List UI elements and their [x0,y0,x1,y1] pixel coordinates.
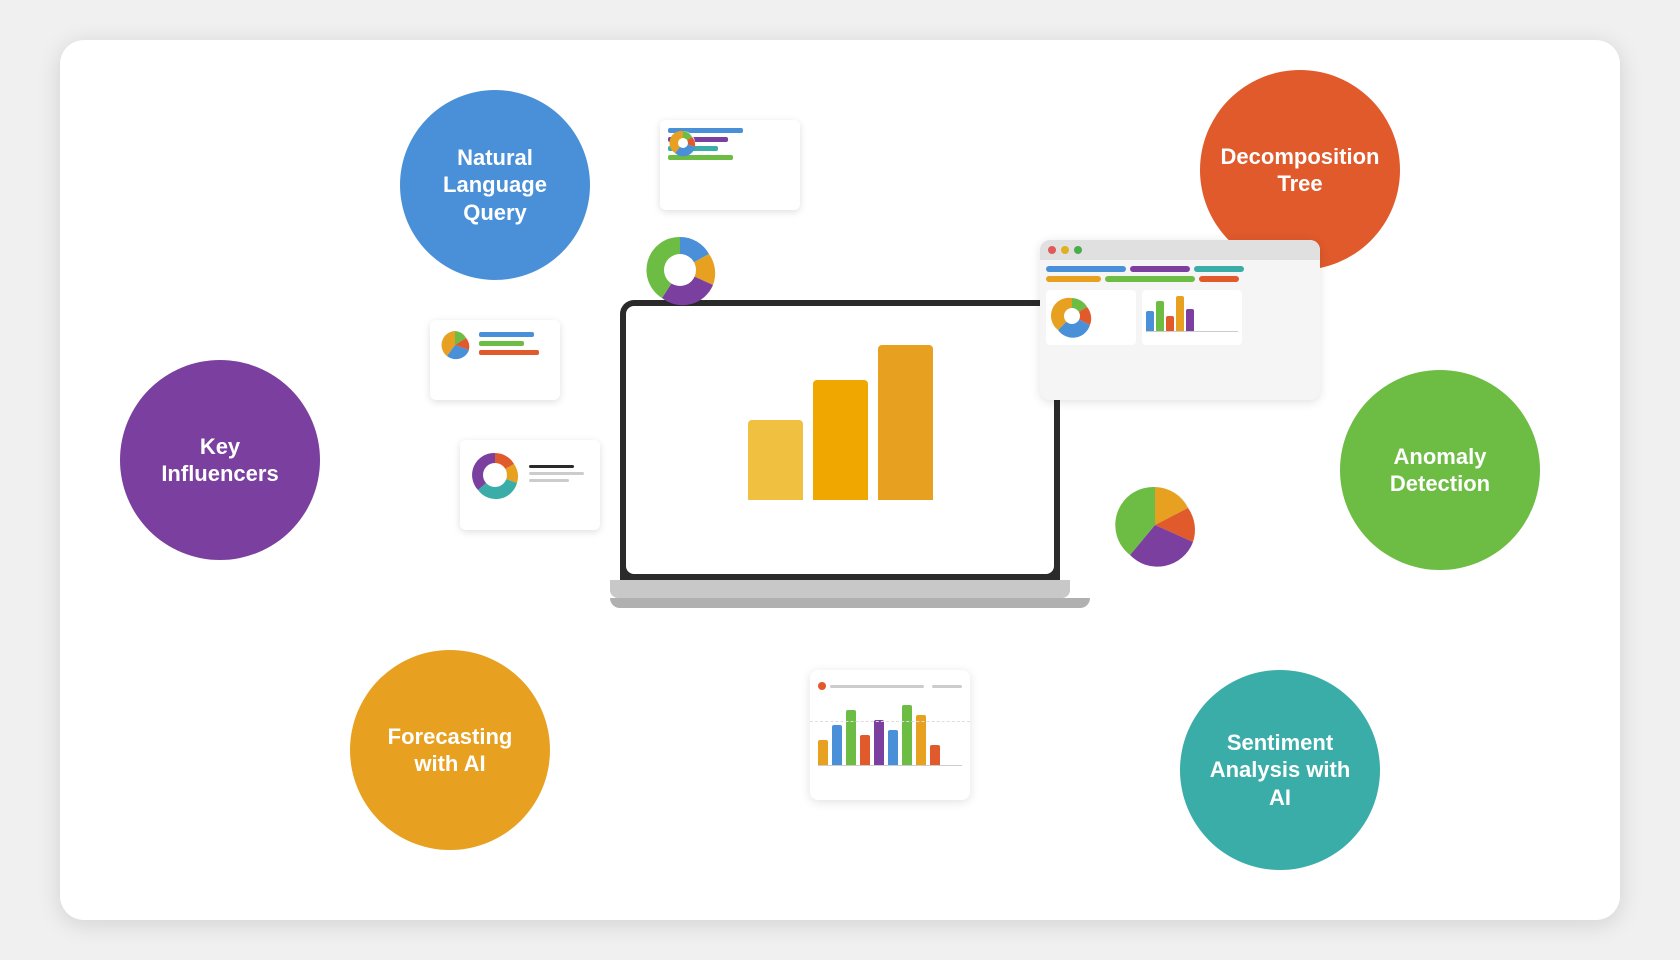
pbi-bar-1 [748,420,803,500]
dash-titlebar [1040,240,1320,260]
dash-bar-purple-1 [1130,266,1190,272]
dash-mini-left [1046,290,1136,345]
bar-float-bars [818,696,962,766]
pie-float-right [1110,480,1200,575]
circle-sentiment[interactable]: Sentiment Analysis with AI [1180,670,1380,870]
pie-top-center-svg [640,230,720,310]
dash-row-2 [1046,276,1314,282]
circle-forecast[interactable]: Forecasting with AI [350,650,550,850]
pbi-bar-3 [878,345,933,500]
laptop-foot [610,598,1090,608]
rcml-1 [479,332,534,337]
mb-4 [1176,296,1184,331]
dashboard-mock [1040,240,1320,400]
dash-dot-yellow [1061,246,1069,254]
dash-pie-svg [1050,294,1105,339]
dash-bar-red-1 [1199,276,1239,282]
dash-charts-row [1046,290,1314,345]
pie-right-svg [1110,480,1200,570]
circle-key[interactable]: Key Influencers [120,360,320,560]
legend-line-2 [932,685,962,688]
report-mid-left-content [438,328,552,363]
legend-dot-red [818,682,826,690]
dash-mini-right [1142,290,1242,345]
legend-line [830,685,924,688]
bfb-2 [832,725,842,765]
laptop-base [610,580,1070,598]
dash-bar-teal-1 [1194,266,1244,272]
nlq-label: Natural Language Query [420,144,570,227]
dash-content [1040,260,1320,351]
main-card: Natural Language Query Decomposition Tre… [60,40,1620,920]
dash-mini-bars [1146,294,1238,332]
report-lower-left-lines [529,465,584,486]
report-lower-left-content [468,448,592,503]
bfb-9 [930,745,940,765]
report-card-mid-left [430,320,560,400]
forecast-label: Forecasting with AI [370,723,530,778]
pbi-bars [728,360,953,520]
mb-2 [1156,301,1164,331]
mb-3 [1166,316,1174,331]
dash-bar-orange-1 [1046,276,1101,282]
bfb-4 [860,735,870,765]
laptop-screen-outer [620,300,1060,580]
grid-line-1 [810,720,970,722]
bfb-7 [902,705,912,765]
bar-float-bottom [810,670,970,800]
rcml-3 [479,350,539,355]
bfb-8 [916,715,926,765]
laptop-screen-inner [626,306,1054,574]
circle-anomaly[interactable]: Anomaly Detection [1340,370,1540,570]
report-donut-lower [468,448,523,503]
dash-row-1 [1046,266,1314,272]
key-label: Key Influencers [140,433,300,488]
report-mid-left-lines [479,332,539,359]
bar-float-legend [818,682,962,690]
mb-5 [1186,309,1194,331]
dash-dot-red [1048,246,1056,254]
bfb-6 [888,730,898,765]
pie-float-top-center [640,230,720,315]
rcll-2 [529,472,584,475]
rcml-2 [479,341,524,346]
anomaly-label: Anomaly Detection [1360,443,1520,498]
dash-bar-blue-1 [1046,266,1126,272]
report-card-lower-left [460,440,600,530]
bfb-5 [874,720,884,765]
bfb-1 [818,740,828,765]
laptop [610,300,1070,660]
rcll-1 [529,465,574,468]
mb-1 [1146,311,1154,331]
rcll-3 [529,479,569,482]
dash-dot-green [1074,246,1082,254]
circle-nlq[interactable]: Natural Language Query [400,90,590,280]
report-pie-mid [438,328,473,363]
report-card-top [660,120,800,210]
dash-bar-green-1 [1105,276,1195,282]
bfb-3 [846,710,856,765]
pbi-bar-2 [813,380,868,500]
report-pie-top [668,128,698,158]
decomp-label: Decomposition Tree [1220,143,1380,198]
sentiment-label: Sentiment Analysis with AI [1200,729,1360,812]
